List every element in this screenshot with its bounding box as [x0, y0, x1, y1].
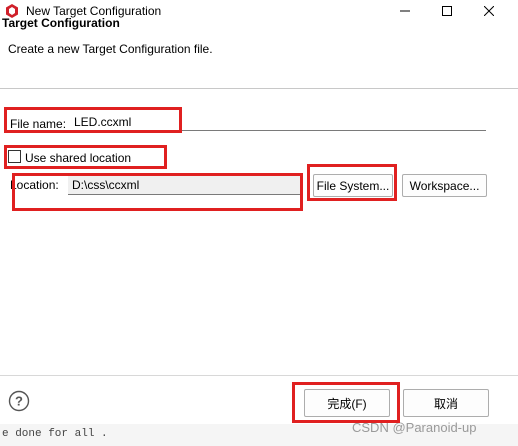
highlight-box-file-name [4, 107, 182, 133]
highlight-box-finish [292, 382, 400, 423]
highlight-box-file-system [307, 164, 397, 201]
close-button[interactable] [466, 0, 512, 22]
minimize-icon [400, 10, 410, 12]
maximize-icon [442, 6, 452, 16]
svg-text:?: ? [15, 394, 23, 409]
console-text: e done for all . [2, 428, 108, 440]
footer-divider [0, 375, 518, 376]
cancel-button[interactable]: 取消 [403, 389, 489, 417]
page-description: Create a new Target Configuration file. [8, 42, 213, 56]
close-icon [484, 6, 494, 16]
highlight-box-location [12, 173, 303, 211]
header-divider [0, 88, 518, 89]
maximize-button[interactable] [424, 0, 470, 22]
highlight-box-shared-location [4, 145, 167, 169]
workspace-button[interactable]: Workspace... [402, 174, 487, 197]
page-title: Target Configuration [2, 16, 120, 30]
help-icon[interactable]: ? [8, 390, 30, 412]
minimize-button[interactable] [382, 0, 428, 22]
